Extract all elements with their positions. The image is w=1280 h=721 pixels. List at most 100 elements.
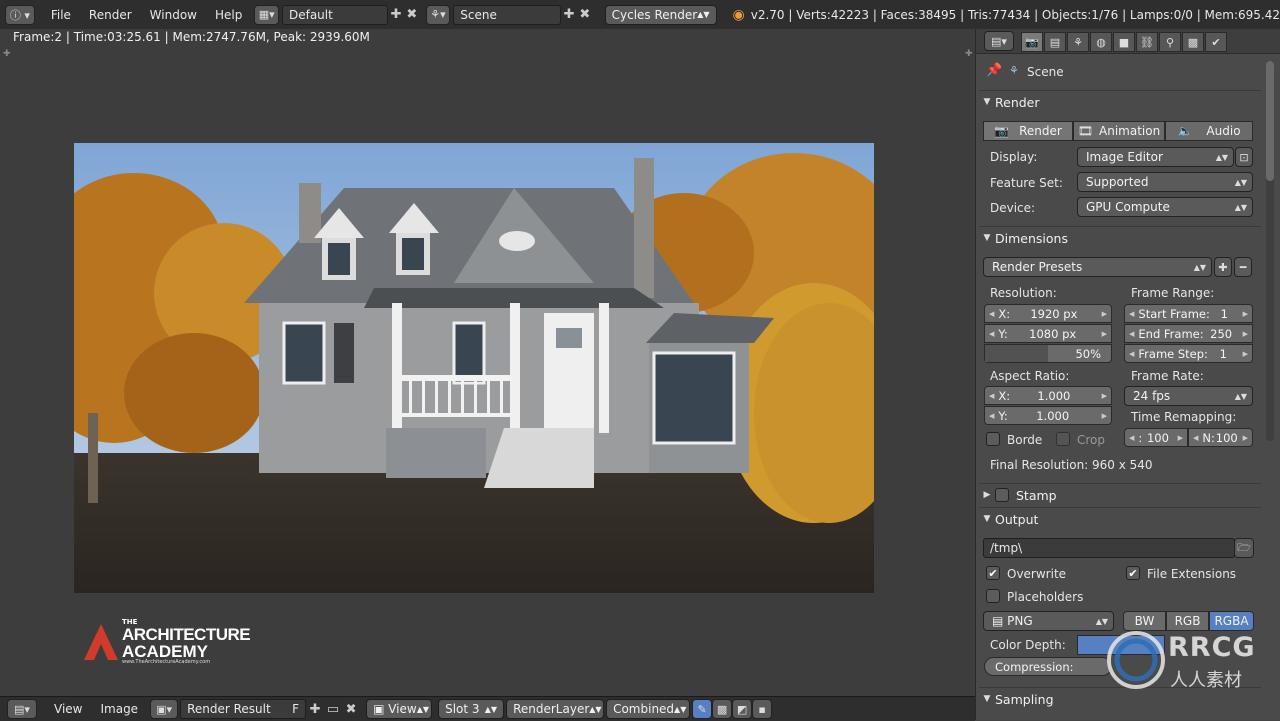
image-name-field[interactable]: Render Result F: [180, 699, 307, 719]
file-format-dropdown[interactable]: ▤ PNG ▲▼: [983, 611, 1114, 631]
area-split-corner-icon[interactable]: ✚: [3, 49, 11, 59]
constraints-tab-icon[interactable]: ⛓: [1136, 32, 1158, 52]
folder-browse-icon[interactable]: 🗁: [1234, 538, 1254, 558]
scene-selector-button[interactable]: ⚘▾: [425, 4, 451, 25]
academy-a-logo-icon: [84, 624, 118, 660]
lock-interface-icon[interactable]: ⊡: [1235, 147, 1253, 167]
menu-file[interactable]: File: [42, 8, 80, 22]
modifiers-tab-icon[interactable]: ⚲: [1159, 32, 1181, 52]
render-button[interactable]: 📷 Render: [983, 121, 1073, 141]
architecture-academy-logo: THE ARCHITECTURE ACADEMY www.TheArchitec…: [84, 619, 251, 665]
add-preset-icon[interactable]: ✚: [1214, 257, 1232, 277]
add-scene-icon[interactable]: ✚: [561, 6, 577, 24]
render-presets-dropdown[interactable]: Render Presets ▲▼: [983, 257, 1212, 277]
resolution-x-field[interactable]: ◀ X: 1920 px ▶: [984, 304, 1112, 323]
device-dropdown[interactable]: GPU Compute ▲▼: [1077, 197, 1253, 217]
properties-panel: ▤▾ 📷 ▤ ⚘ ◍ ■ ⛓ ⚲ ▩ ✔ 📌 ⚘ Scene ▼ Render 📷…: [975, 29, 1280, 720]
scene-tab-icon[interactable]: ⚘: [1067, 32, 1089, 52]
remove-preset-icon[interactable]: ━: [1234, 257, 1252, 277]
end-frame-field[interactable]: ◀ End Frame: 250 ▶: [1124, 324, 1253, 343]
add-layout-icon[interactable]: ✚: [388, 6, 404, 24]
end-frame-label: End Frame:: [1138, 326, 1204, 341]
crop-checkbox[interactable]: [1056, 432, 1070, 446]
editor-type-button[interactable]: ▤▾: [7, 699, 37, 719]
menu-window[interactable]: Window: [141, 8, 206, 22]
slot-dropdown[interactable]: Slot 3 ▲▼: [438, 699, 505, 719]
feature-set-dropdown[interactable]: Supported ▲▼: [1077, 172, 1253, 192]
end-frame-value: 250: [1210, 326, 1233, 341]
object-tab-icon[interactable]: ■: [1113, 32, 1135, 52]
render-engine-dropdown[interactable]: Cycles Render ▲▼: [604, 4, 717, 25]
render-tab-icon[interactable]: 📷: [1021, 32, 1043, 52]
view-mode-dropdown[interactable]: ▣ View ▲▼: [366, 699, 433, 719]
new-image-icon[interactable]: ✚: [306, 700, 324, 718]
overwrite-label: Overwrite: [1007, 567, 1067, 581]
material-tab-icon[interactable]: ▩: [1182, 32, 1204, 52]
screen-layout-button[interactable]: ▦▾: [254, 4, 279, 25]
screen-layout-field[interactable]: Default: [281, 4, 389, 25]
border-checkbox[interactable]: [986, 432, 1000, 446]
frame-step-field[interactable]: ◀ Frame Step: 1 ▶: [1124, 344, 1253, 363]
display-dropdown[interactable]: Image Editor ▲▼: [1077, 147, 1234, 167]
properties-editor-type-button[interactable]: ▤▾: [984, 31, 1014, 51]
output-path-field[interactable]: /tmp\: [983, 538, 1235, 558]
color-alpha-toggle[interactable]: ✎: [692, 699, 713, 719]
remove-layout-icon[interactable]: ✖: [404, 6, 420, 24]
time-remap-old-field[interactable]: ◀:100 ▶: [1124, 428, 1188, 447]
zdepth-display-toggle[interactable]: ◩: [732, 699, 753, 719]
chevron-updown-icon: ▲▼: [697, 10, 710, 19]
scene-name-field[interactable]: Scene: [453, 4, 562, 25]
menu-render[interactable]: Render: [80, 8, 141, 22]
area-split-corner-icon-right[interactable]: ✚: [965, 49, 973, 59]
menu-help[interactable]: Help: [206, 8, 251, 22]
compression-label: Compression:: [995, 659, 1074, 674]
stamp-section-header[interactable]: ▶ Stamp: [979, 483, 1261, 506]
decrement-arrow-icon: ◀: [1129, 329, 1135, 338]
audio-button[interactable]: 🔈 Audio: [1165, 121, 1253, 141]
resolution-y-field[interactable]: ◀ Y: 1080 px ▶: [984, 324, 1112, 343]
resolution-percentage-slider[interactable]: 50%: [984, 344, 1112, 363]
stamp-checkbox[interactable]: [995, 488, 1009, 502]
aspect-x-field[interactable]: ◀ X: 1.000 ▶: [984, 386, 1112, 405]
resolution-y-label: Y:: [998, 326, 1008, 341]
menu-image[interactable]: Image: [91, 702, 147, 716]
info-editor-type-button[interactable]: ⓘ ▾: [5, 4, 35, 25]
final-resolution-text: Final Resolution: 960 x 540: [990, 458, 1153, 472]
texture-tab-icon[interactable]: ✔: [1205, 32, 1227, 52]
pin-icon[interactable]: 📌: [986, 63, 1002, 78]
dimensions-section-header[interactable]: ▼ Dimensions: [979, 226, 1261, 249]
open-image-icon[interactable]: ▭: [324, 700, 342, 718]
remove-scene-icon[interactable]: ✖: [577, 6, 593, 24]
feature-set-label: Feature Set:: [990, 176, 1063, 190]
time-remap-new-field[interactable]: ◀ N: 100 ▶: [1188, 428, 1253, 447]
render-section-header[interactable]: ▼ Render: [979, 90, 1261, 113]
render-pass-dropdown[interactable]: Combined ▲▼: [606, 699, 691, 719]
image-editor-area[interactable]: Frame:2 | Time:03:25.61 | Mem:2747.76M, …: [0, 29, 975, 696]
fake-user-toggle[interactable]: F: [292, 702, 299, 716]
camera-icon: 📷: [994, 124, 1010, 138]
compression-slider[interactable]: Compression:: [984, 657, 1112, 676]
render-result-image[interactable]: [74, 143, 874, 593]
frame-rate-dropdown[interactable]: 24 fps ▲▼: [1124, 386, 1253, 406]
aspect-y-field[interactable]: ◀ Y: 1.000 ▶: [984, 406, 1112, 425]
time-remap-new-label: N:: [1202, 430, 1215, 445]
menu-view[interactable]: View: [45, 702, 91, 716]
image-browse-button[interactable]: ▣▾: [150, 699, 179, 719]
panel-scrollbar-thumb[interactable]: [1266, 61, 1274, 181]
render-layers-tab-icon[interactable]: ▤: [1044, 32, 1066, 52]
render-layer-dropdown[interactable]: RenderLayer ▲▼: [506, 699, 605, 719]
file-extensions-checkbox[interactable]: ✔: [1126, 566, 1140, 580]
overwrite-checkbox[interactable]: ✔: [986, 566, 1000, 580]
output-section-header[interactable]: ▼ Output: [979, 507, 1261, 530]
placeholders-checkbox[interactable]: [986, 589, 1000, 603]
mask-display-toggle[interactable]: ▪: [752, 699, 773, 719]
world-tab-icon[interactable]: ◍: [1090, 32, 1112, 52]
start-frame-field[interactable]: ◀ Start Frame: 1 ▶: [1124, 304, 1253, 323]
alpha-display-toggle[interactable]: ▩: [712, 699, 733, 719]
unlink-image-icon[interactable]: ✖: [342, 700, 360, 718]
device-value: GPU Compute: [1086, 200, 1170, 214]
checkerboard-icon: ▩: [716, 702, 728, 716]
animation-button[interactable]: 🎞 Animation: [1073, 121, 1165, 141]
render-layer-label: RenderLayer: [513, 702, 590, 716]
slot-label: Slot 3: [445, 702, 480, 716]
